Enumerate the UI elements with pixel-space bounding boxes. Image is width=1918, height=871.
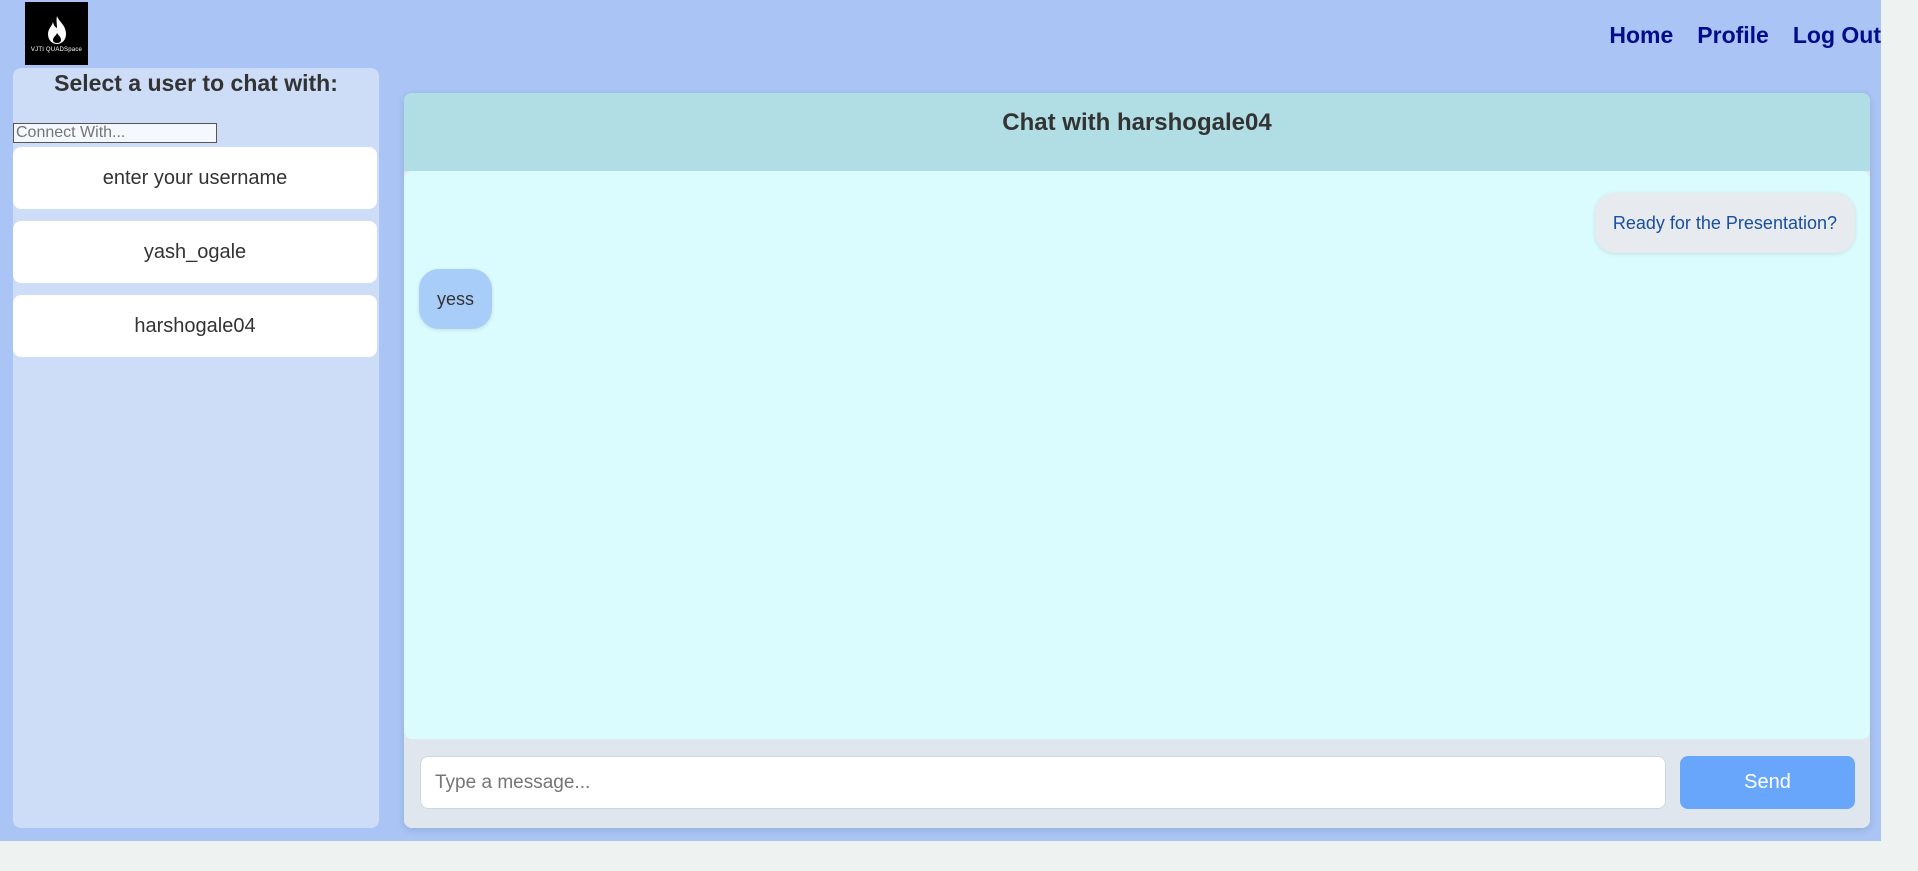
message-received: yess [419, 269, 493, 329]
message-composer: Send [404, 739, 1870, 828]
sidebar-title: Select a user to chat with: [54, 70, 338, 96]
user-list: enter your username yash_ogale harshogal… [13, 147, 377, 369]
user-item-enter-username[interactable]: enter your username [13, 147, 377, 209]
user-item-yash-ogale[interactable]: yash_ogale [13, 221, 377, 283]
top-nav: Home Profile Log Out [1585, 22, 1881, 49]
chat-title: Chat with harshogale04 [1002, 109, 1272, 136]
flame-icon [47, 15, 66, 44]
chat-messages[interactable]: Ready for the Presentation? yess [404, 171, 1870, 739]
logo[interactable]: VJTI QUADSpace [25, 2, 88, 65]
connect-search-input[interactable] [13, 123, 217, 143]
message-sent: Ready for the Presentation? [1594, 193, 1855, 253]
app-root: VJTI QUADSpace Home Profile Log Out Sele… [0, 0, 1881, 841]
nav-home-link[interactable]: Home [1609, 22, 1673, 49]
send-button[interactable]: Send [1680, 756, 1855, 809]
chat-panel: Chat with harshogale04 Ready for the Pre… [404, 93, 1870, 828]
chat-header: Chat with harshogale04 [404, 93, 1870, 171]
message-input[interactable] [420, 756, 1666, 809]
user-sidebar: Select a user to chat with: enter your u… [13, 68, 379, 828]
user-item-harshogale04[interactable]: harshogale04 [13, 295, 377, 357]
nav-logout-link[interactable]: Log Out [1793, 22, 1881, 49]
nav-profile-link[interactable]: Profile [1697, 22, 1769, 49]
logo-text: VJTI QUADSpace [30, 46, 83, 53]
